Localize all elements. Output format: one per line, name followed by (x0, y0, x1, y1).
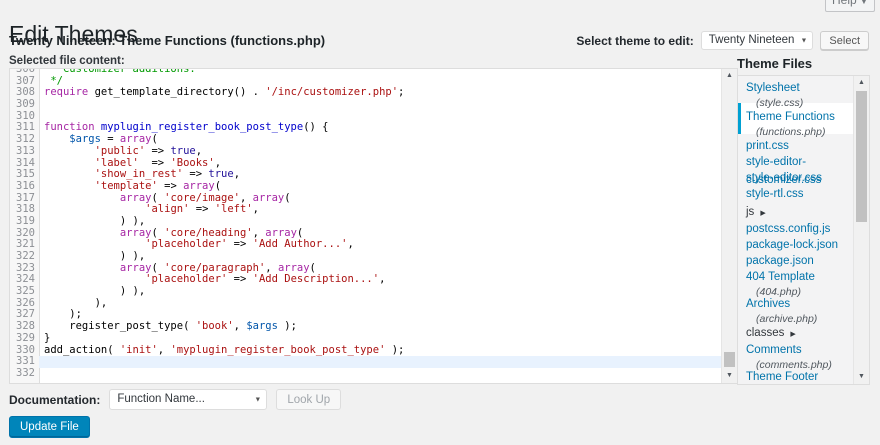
theme-file-link[interactable]: js (746, 206, 754, 218)
theme-select-row: Select theme to edit: Twenty Nineteen ▼ … (576, 31, 869, 50)
theme-files-panel: Stylesheet (style.css) Theme Functions (fun… (737, 75, 870, 385)
line-number: 332 (16, 366, 35, 379)
chevron-down-icon: ▼ (254, 396, 262, 403)
line-number: 313 (16, 144, 35, 157)
theme-file-link[interactable]: Theme Functions (746, 111, 835, 123)
select-theme-button[interactable]: Select (820, 31, 869, 50)
code-line[interactable]: 309 (10, 98, 721, 111)
theme-file-link[interactable]: package-lock.json (746, 239, 838, 251)
theme-select-value: Twenty Nineteen (708, 34, 795, 46)
theme-file-link[interactable]: Archives (746, 298, 790, 310)
code-line[interactable]: 308 require get_template_directory() . '/… (10, 87, 721, 99)
theme-file-link[interactable]: postcss.config.js (746, 223, 830, 235)
documentation-select[interactable]: Function Name... ▼ (109, 389, 268, 410)
code-text: * Customizer additions. (44, 68, 196, 75)
theme-file-link[interactable]: 404 Template (746, 271, 815, 283)
scroll-down-arrow-icon[interactable]: ▼ (722, 369, 737, 383)
current-file-title: Twenty Nineteen: Theme Functions (functi… (9, 33, 326, 48)
code-line[interactable]: 331 (10, 355, 721, 368)
folder-expand-arrow-icon: ▶ (760, 210, 766, 217)
editor-scrollbar-thumb[interactable] (724, 352, 735, 367)
update-file-button[interactable]: Update File (9, 416, 90, 438)
code-text: ), (44, 296, 108, 309)
code-line[interactable]: 325 ) ), (10, 285, 721, 298)
line-number: 329 (16, 331, 35, 344)
help-button-label: Help (832, 0, 857, 7)
code-text: ) ), (44, 285, 146, 298)
help-button[interactable]: Help ▼ (825, 0, 875, 12)
line-number: 319 (16, 214, 35, 227)
documentation-label: Documentation: (9, 392, 101, 407)
code-text: require get_template_directory() . '/inc… (44, 86, 405, 99)
theme-file-item[interactable]: style-rtl.css (738, 182, 853, 200)
line-number: 322 (16, 250, 35, 262)
theme-file-link[interactable]: style-editor.css (746, 172, 822, 184)
scroll-down-arrow-icon[interactable]: ▼ (854, 370, 869, 384)
line-number: 309 (16, 98, 35, 111)
theme-select[interactable]: Twenty Nineteen ▼ (700, 31, 814, 50)
theme-file-item[interactable]: style-editor-customizer.css (738, 150, 853, 186)
theme-files-list: Stylesheet (style.css) Theme Functions (fun… (738, 76, 853, 383)
code-line[interactable]: 328 register_post_type( 'book', $args ); (10, 320, 721, 333)
theme-file-item[interactable]: Stylesheet (style.css) (738, 76, 853, 109)
lookup-button[interactable]: Look Up (276, 389, 342, 410)
theme-file-item[interactable]: Comments (comments.php) (738, 338, 853, 371)
select-theme-label: Select theme to edit: (576, 33, 694, 48)
theme-file-item[interactable]: 404 Template (404.php) (738, 265, 853, 298)
theme-file-item[interactable]: style-editor.css (738, 166, 853, 184)
theme-file-link[interactable]: style-rtl.css (746, 188, 804, 200)
theme-file-link[interactable]: Stylesheet (746, 82, 800, 94)
theme-file-item[interactable]: Theme Footer (738, 365, 853, 383)
theme-file-item[interactable]: Theme Functions (functions.php) (738, 103, 853, 138)
line-number: 316 (16, 179, 35, 192)
code-line[interactable]: 306 * Customizer additions. (10, 68, 721, 76)
scroll-up-arrow-icon[interactable]: ▲ (722, 69, 737, 83)
theme-file-item[interactable]: postcss.config.js (738, 217, 853, 235)
code-text: add_action( 'init', 'myplugin_register_b… (44, 343, 405, 356)
editor-vertical-scrollbar[interactable]: ▲ ▼ (721, 69, 737, 383)
theme-file-item[interactable]: package.json (738, 249, 853, 267)
selected-file-content-label: Selected file content: (9, 55, 125, 67)
theme-file-link[interactable]: Comments (746, 344, 802, 356)
line-number: 325 (16, 285, 35, 298)
chevron-down-icon: ▼ (800, 37, 808, 44)
code-line[interactable]: 332 (10, 366, 721, 380)
code-line[interactable]: 326 ), (10, 296, 721, 310)
sidebar-scrollbar-thumb[interactable] (856, 91, 867, 222)
code-line[interactable]: 330 add_action( 'init', 'myplugin_registe… (10, 343, 721, 357)
theme-file-link[interactable]: package.json (746, 255, 814, 267)
scroll-up-arrow-icon[interactable]: ▲ (854, 76, 869, 90)
chevron-down-icon: ▼ (860, 0, 868, 6)
theme-files-title: Theme Files (737, 56, 813, 71)
theme-file-link[interactable]: Theme Footer (746, 371, 818, 383)
documentation-row: Documentation: Function Name... ▼ Look U… (9, 389, 342, 410)
theme-file-link[interactable]: classes (746, 327, 784, 339)
theme-file-item[interactable]: package-lock.json (738, 233, 853, 251)
folder-expand-arrow-icon: ▶ (790, 331, 796, 338)
documentation-select-value: Function Name... (117, 393, 205, 405)
edit-themes-page: Edit Themes Help ▼ Twenty Nineteen: Them… (0, 0, 880, 445)
code-scroll: 306 * Customizer additions. 307 */308 requ… (10, 68, 721, 380)
code-editor[interactable]: 306 * Customizer additions. 307 */308 requ… (9, 68, 738, 384)
sidebar-vertical-scrollbar[interactable]: ▲ ▼ (853, 76, 869, 384)
code-text (39, 356, 721, 368)
theme-file-link[interactable]: print.css (746, 140, 789, 152)
code-text: register_post_type( 'book', $args ); (44, 320, 297, 333)
theme-file-item[interactable]: js ▶ (738, 198, 853, 218)
